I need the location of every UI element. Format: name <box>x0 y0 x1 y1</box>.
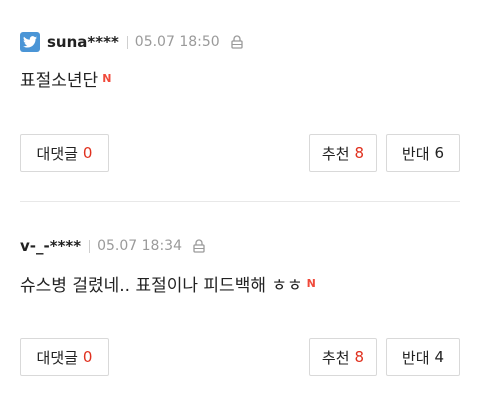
comment-item: suna**** 05.07 18:50 표절소년단 N 대댓글 0 추천 8 … <box>0 0 480 200</box>
comment-body: 표절소년단 <box>20 71 99 91</box>
recommend-label: 추천 <box>321 144 350 163</box>
recommend-button[interactable]: 추천 8 <box>309 338 377 376</box>
oppose-count: 6 <box>434 144 445 162</box>
reply-count: 0 <box>82 348 93 366</box>
reply-label: 대댓글 <box>36 144 78 163</box>
meta-divider <box>89 239 91 253</box>
lock-icon[interactable] <box>229 34 245 50</box>
oppose-button[interactable]: 반대 6 <box>386 134 460 172</box>
comment-item: v-_-**** 05.07 18:34 슈스병 걸렸네.. 표절이나 피드백해… <box>0 204 480 404</box>
reply-button[interactable]: 대댓글 0 <box>20 338 109 376</box>
recommend-button[interactable]: 추천 8 <box>309 134 377 172</box>
comment-meta: v-_-**** 05.07 18:34 <box>20 236 207 256</box>
reply-count: 0 <box>82 144 93 162</box>
comment-time: 05.07 18:50 <box>134 34 220 50</box>
recommend-count: 8 <box>354 144 365 162</box>
comment-body: 슈스병 걸렸네.. 표절이나 피드백해 ㅎㅎ <box>20 276 303 296</box>
oppose-button[interactable]: 반대 4 <box>386 338 460 376</box>
twitter-icon <box>20 32 40 52</box>
comment-text: 슈스병 걸렸네.. 표절이나 피드백해 ㅎㅎ N <box>20 271 316 296</box>
new-badge-icon: N <box>306 277 316 290</box>
comment-text: 표절소년단 N <box>20 66 111 91</box>
oppose-label: 반대 <box>401 348 430 367</box>
recommend-count: 8 <box>354 348 365 366</box>
comment-time: 05.07 18:34 <box>97 238 182 254</box>
reply-button[interactable]: 대댓글 0 <box>20 134 109 172</box>
new-badge-icon: N <box>102 72 112 85</box>
comment-meta: suna**** 05.07 18:50 <box>20 32 245 52</box>
reply-label: 대댓글 <box>36 348 78 367</box>
oppose-label: 반대 <box>401 144 430 163</box>
comment-nickname[interactable]: suna**** <box>47 33 119 51</box>
recommend-label: 추천 <box>321 348 350 367</box>
meta-divider <box>126 35 128 49</box>
comment-nickname[interactable]: v-_-**** <box>20 237 81 255</box>
oppose-count: 4 <box>434 348 445 366</box>
comment-divider <box>20 201 460 202</box>
lock-icon[interactable] <box>191 238 207 254</box>
